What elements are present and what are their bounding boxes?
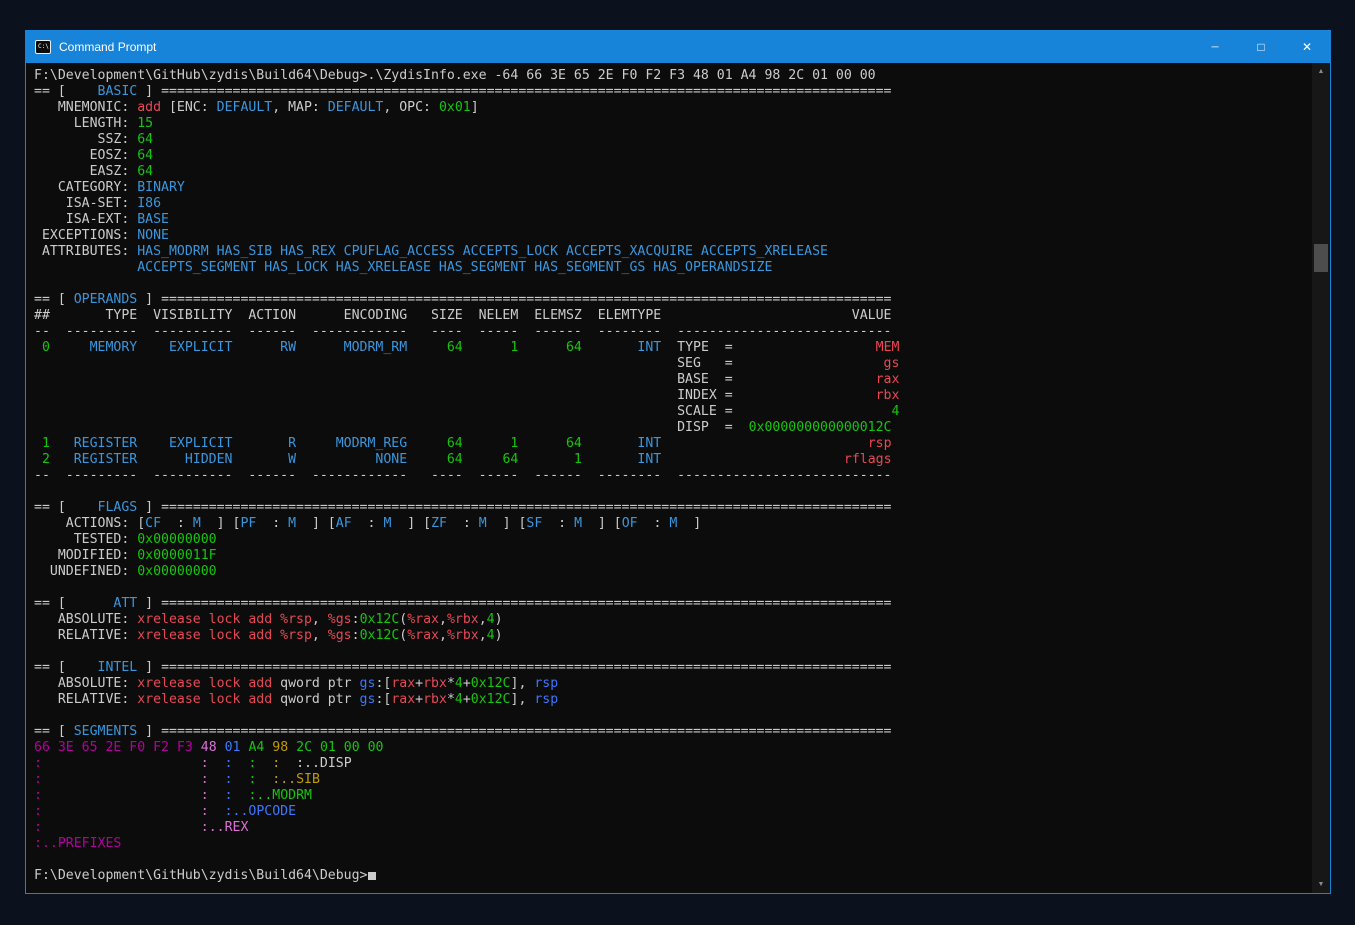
cmd-icon[interactable]: C:\: [35, 40, 51, 54]
command-prompt-window: C:\ Command Prompt ─ □ ✕ F:\Development\…: [25, 30, 1331, 894]
minimize-icon: ─: [1211, 42, 1218, 53]
console-viewport[interactable]: F:\Development\GitHub\zydis\Build64\Debu…: [26, 63, 1330, 893]
scrollbar[interactable]: ▲ ▼: [1312, 63, 1330, 893]
maximize-button[interactable]: □: [1238, 31, 1284, 63]
scroll-down-button[interactable]: ▼: [1312, 876, 1330, 893]
window-controls: ─ □ ✕: [1192, 31, 1330, 63]
close-button[interactable]: ✕: [1284, 31, 1330, 63]
maximize-icon: □: [1257, 40, 1264, 54]
titlebar-left: C:\ Command Prompt: [26, 40, 156, 54]
window-title: Command Prompt: [59, 40, 156, 54]
scrollbar-thumb[interactable]: [1314, 244, 1328, 272]
close-icon: ✕: [1302, 40, 1312, 54]
terminal-output[interactable]: F:\Development\GitHub\zydis\Build64\Debu…: [34, 68, 899, 884]
scroll-up-button[interactable]: ▲: [1312, 63, 1330, 80]
titlebar[interactable]: C:\ Command Prompt ─ □ ✕: [26, 31, 1330, 63]
minimize-button[interactable]: ─: [1192, 31, 1238, 63]
